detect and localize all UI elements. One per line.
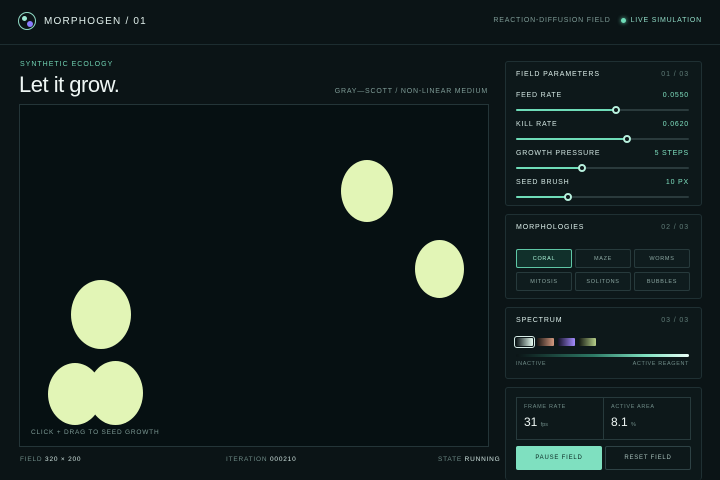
logo-icon [18,12,36,30]
spectrum-right-label: ACTIVE REAGENT [632,361,689,367]
stat-value: 31 [524,415,538,429]
live-indicator: LIVE SIMULATION [620,17,702,24]
slider-value: 5 STEPS [654,150,689,157]
seed-brush-slider[interactable]: SEED BRUSH 10 PX [516,179,689,203]
spectrum-swatches [514,336,596,348]
growth-blob [88,361,143,425]
stats-box: FRAME RATE 31 fps ACTIVE AREA 8.1 % [516,397,691,440]
slider-value: 0.0550 [662,92,689,99]
active-area-stat: ACTIVE AREA 8.1 % [603,398,690,439]
morphology-maze-button[interactable]: MAZE [575,249,631,268]
slider-label: KILL RATE [516,121,558,128]
morphology-bubbles-button[interactable]: BUBBLES [634,272,690,291]
field-value: 320 × 200 [45,456,82,463]
kill-rate-slider[interactable]: KILL RATE 0.0620 [516,121,689,145]
spectrum-panel: SPECTRUM 03 / 03 INACTIVE ACTIVE REAGENT [505,307,702,379]
growth-pressure-slider[interactable]: GROWTH PRESSURE 5 STEPS [516,150,689,174]
swatch-mint[interactable] [514,336,535,348]
swatch-copper[interactable] [537,338,554,346]
field-parameters-panel: FIELD PARAMETERS 01 / 03 FEED RATE 0.055… [505,61,702,206]
morphology-mitosis-button[interactable]: MITOSIS [516,272,572,291]
iteration-readout: ITERATION 000210 [226,456,297,463]
spectrum-gradient-bar [516,354,689,357]
morphology-worms-button[interactable]: WORMS [634,249,690,268]
reset-field-button[interactable]: RESET FIELD [605,446,691,470]
slider-value: 0.0620 [662,121,689,128]
slider-handle[interactable] [622,135,631,143]
controls-panel: FRAME RATE 31 fps ACTIVE AREA 8.1 % PAUS… [505,387,702,480]
field-readout: FIELD 320 × 200 [20,456,81,463]
top-bar: MORPHOGEN / 01 REACTION-DIFFUSION FIELD … [0,0,720,45]
swatch-violet[interactable] [558,338,575,346]
panel-title: SPECTRUM [516,317,563,324]
state-label: STATE [438,456,462,463]
frame-rate-stat: FRAME RATE 31 fps [517,398,603,439]
swatch-olive[interactable] [579,338,596,346]
stat-label: ACTIVE AREA [611,404,655,410]
iteration-label: ITERATION [226,456,268,463]
panel-index: 02 / 03 [661,224,689,231]
field-label: FIELD [20,456,43,463]
slider-value: 10 PX [665,179,689,186]
morphology-coral-button[interactable]: CORAL [516,249,572,268]
slider-handle[interactable] [563,193,572,201]
stat-unit: fps [540,422,549,428]
state-readout: STATE RUNNING [438,456,501,463]
iteration-value: 000210 [270,456,297,463]
stat-label: FRAME RATE [524,404,567,410]
mode-label: REACTION-DIFFUSION FIELD [493,17,611,24]
simulation-canvas[interactable]: CLICK + DRAG TO SEED GROWTH [19,104,489,447]
panel-title: FIELD PARAMETERS [516,71,600,78]
slider-label: SEED BRUSH [516,179,570,186]
stat-unit: % [631,422,636,428]
panel-index: 01 / 03 [661,71,689,78]
state-value: RUNNING [464,456,501,463]
spectrum-left-label: INACTIVE [516,361,547,367]
panel-title: MORPHOLOGIES [516,224,585,231]
growth-blob [415,240,464,298]
panel-index: 03 / 03 [661,317,689,324]
growth-blob [71,280,131,349]
slider-label: FEED RATE [516,92,562,99]
feed-rate-slider[interactable]: FEED RATE 0.0550 [516,92,689,116]
model-subtitle: GRAY—SCOTT / NON-LINEAR MEDIUM [334,88,488,95]
stat-value: 8.1 [611,415,628,429]
live-dot-icon [620,18,626,23]
slider-handle[interactable] [577,164,586,172]
pause-field-button[interactable]: PAUSE FIELD [516,446,602,470]
page-title: Let it grow. [19,72,120,97]
canvas-hint: CLICK + DRAG TO SEED GROWTH [31,429,160,436]
eyebrow-label: SYNTHETIC ECOLOGY [20,61,114,68]
growth-blob [341,160,393,222]
app-title: MORPHOGEN / 01 [44,16,147,27]
slider-label: GROWTH PRESSURE [516,150,601,157]
morphology-solitons-button[interactable]: SOLITONS [575,272,631,291]
slider-handle[interactable] [612,106,621,114]
top-status: REACTION-DIFFUSION FIELD LIVE SIMULATION [493,17,702,24]
morphologies-panel: MORPHOLOGIES 02 / 03 CORAL MAZE WORMS MI… [505,214,702,299]
live-label: LIVE SIMULATION [630,17,702,24]
morphology-options: CORAL MAZE WORMS MITOSIS SOLITONS BUBBLE… [516,249,691,291]
